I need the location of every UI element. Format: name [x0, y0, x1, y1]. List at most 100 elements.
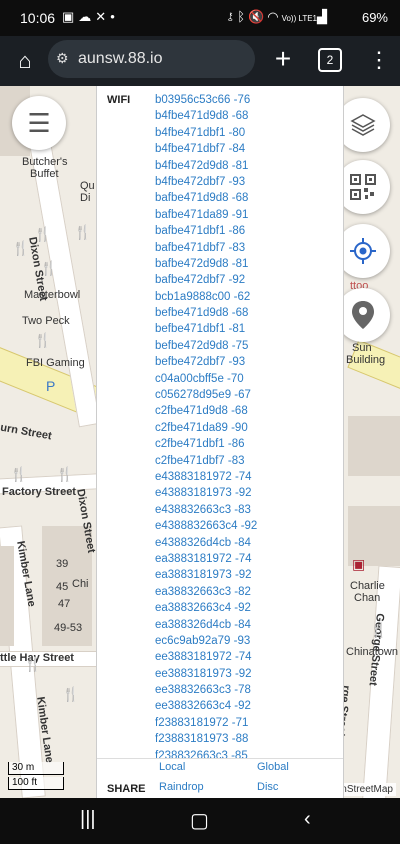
restaurant-icon: 🍴 [56, 466, 74, 482]
recent-apps-icon[interactable]: ||| [80, 808, 96, 831]
wifi-entry: bafbe471d9d8 -68 [155, 192, 249, 205]
wifi-entry: bafbe471dbf1 -86 [155, 225, 246, 238]
atm-icon: ▣ [352, 556, 366, 572]
wifi-entry: ee3883181972 -74 [155, 651, 252, 664]
wifi-entry: e4388832663c4 -92 [155, 520, 258, 533]
site-settings-icon[interactable]: ⚙ [56, 50, 69, 67]
wifi-entry: ea3883181973 -92 [155, 569, 252, 582]
wifi-entry: ea388326d4cb -84 [155, 618, 251, 631]
status-right-icons: ⚷ᛒ🔇◠Vo)) LTE1▟ [226, 9, 330, 25]
wifi-entry: befbe471dbf1 -81 [155, 323, 246, 336]
wifi-entry: b4fbe472d9d8 -81 [155, 159, 249, 172]
wifi-entry: e43883181973 -92 [155, 487, 252, 500]
wifi-entry: ea3883181972 -74 [155, 552, 252, 565]
url-bar[interactable]: ⚙ aunsw.88.io [48, 40, 255, 78]
cloud-icon: ☁ [78, 9, 96, 24]
restaurant-icon: 🍴 [62, 686, 80, 702]
map-label: Sun [352, 342, 372, 354]
restaurant-icon: 🍴 [34, 332, 52, 348]
wifi-entry: b4fbe471dbf7 -84 [155, 143, 246, 156]
share-global-link[interactable]: Global [257, 761, 289, 773]
map-street-label: urn Street [0, 421, 53, 443]
map-label: 39 [56, 558, 69, 570]
wifi-entry: befbe471d9d8 -68 [155, 307, 249, 320]
wifi-entry: c2fbe471da89 -90 [155, 421, 248, 434]
hamburger-icon: ☰ [27, 107, 51, 138]
restaurant-icon: 🍴 [12, 240, 30, 256]
android-nav-bar: ||| ▢ ‹ [0, 798, 400, 844]
wifi-entry: bafbe472d9d8 -81 [155, 257, 249, 270]
wifi-list: b03956c53c66 -76 b4fbe471d9d8 -68 b4fbe471… [155, 94, 257, 766]
wifi-entry: bafbe471da89 -91 [155, 208, 249, 221]
wifi-entry: ea38832663c3 -82 [155, 585, 251, 598]
wifi-icon: ◠ [267, 9, 282, 24]
map-label: Building [346, 354, 386, 366]
wifi-entry: c056278d95e9 -67 [155, 389, 251, 402]
wifi-entry: ea38832663c4 -92 [155, 602, 251, 615]
wifi-label: WIFI [107, 94, 131, 106]
qr-code-icon [350, 174, 376, 200]
wifi-entry: f23883181972 -71 [155, 716, 249, 729]
map-label: Chinatown [346, 646, 398, 658]
url-text[interactable]: aunsw.88.io [78, 50, 163, 68]
map-label: Chi [72, 578, 89, 590]
wifi-entry: b4fbe471dbf1 -80 [155, 126, 246, 139]
map-label: Charlie [350, 580, 385, 592]
map-label: FBI Gaming [26, 357, 85, 369]
map-label: Butcher's [22, 156, 68, 168]
wifi-entry: bafbe472dbf7 -92 [155, 274, 246, 287]
home-nav-icon[interactable]: ▢ [190, 808, 209, 833]
more-menu-icon[interactable]: ⋮ [368, 46, 390, 74]
crosshair-icon [350, 238, 376, 264]
map-label: Qu [80, 180, 95, 192]
new-tab-button[interactable]: + [270, 44, 296, 74]
restaurant-icon: 🍴 [34, 226, 52, 242]
restaurant-icon: 🍴 [40, 260, 58, 276]
map-label: 45 [56, 581, 69, 593]
map-menu-button[interactable]: ☰ [12, 96, 66, 150]
wifi-entry: f23883181973 -88 [155, 733, 249, 746]
wifi-entry: b4fbe472dbf7 -93 [155, 175, 246, 188]
share-row: SHARE Local Global Raindrop Disc [97, 758, 343, 798]
map-pin-icon [352, 301, 374, 329]
wifi-entry: bcb1a9888c00 -62 [155, 290, 251, 303]
scale-imperial: 100 ft [8, 777, 64, 790]
map-label: 47 [58, 598, 71, 610]
share-disc-link[interactable]: Disc [257, 781, 278, 793]
wifi-entry: ee38832663c3 -78 [155, 684, 251, 697]
status-left-icons: ▣☁✕• [62, 9, 119, 25]
restaurant-icon: 🍴 [74, 224, 92, 240]
dot-icon: • [110, 9, 119, 24]
wifi-entry: befbe472dbf7 -93 [155, 356, 246, 369]
scale-metric: 30 m [8, 762, 64, 775]
wifi-entry: c2fbe471d9d8 -68 [155, 405, 248, 418]
wifi-entry: ee38832663c4 -92 [155, 700, 251, 713]
wifi-entry: e43883181972 -74 [155, 470, 252, 483]
status-time: 10:06 [20, 10, 56, 26]
fan-icon: ✕ [95, 9, 111, 24]
back-icon[interactable]: ‹ [304, 808, 311, 831]
share-raindrop-link[interactable]: Raindrop [159, 781, 204, 793]
map-street-label: Factory Street [2, 486, 76, 498]
info-panel[interactable]: WIFI b03956c53c66 -76 b4fbe471d9d8 -68 b4f… [96, 86, 344, 798]
network-label: Vo)) LTE1 [281, 14, 317, 23]
wifi-entry: c2fbe471dbf7 -83 [155, 454, 245, 467]
image-icon: ▣ [62, 9, 79, 24]
restaurant-icon: 🍴 [24, 656, 42, 672]
battery-level: 69% [361, 10, 388, 25]
key-icon: ⚷ [226, 9, 238, 24]
tab-switcher-button[interactable]: 2 [318, 48, 342, 72]
map-label: 49-53 [54, 622, 83, 634]
drop-pin-button[interactable] [336, 288, 390, 342]
map-label: Masterbowl [24, 289, 81, 301]
home-icon[interactable]: ⌂ [12, 48, 38, 74]
map-label: Di [80, 192, 91, 204]
map-label: Two Peck [22, 315, 70, 327]
share-local-link[interactable]: Local [159, 761, 185, 773]
share-label: SHARE [107, 783, 146, 795]
bluetooth-icon: ᛒ [237, 9, 249, 24]
qr-code-button[interactable] [336, 160, 390, 214]
wifi-entry: c04a00cbff5e -70 [155, 372, 244, 385]
my-location-button[interactable] [336, 224, 390, 278]
layers-button[interactable] [336, 98, 390, 152]
